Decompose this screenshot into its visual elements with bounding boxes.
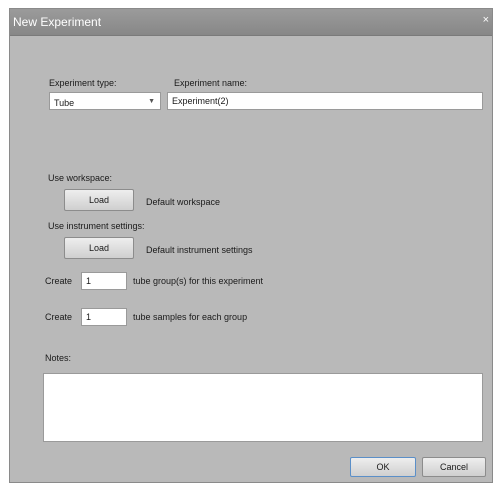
ok-button[interactable]: OK: [350, 457, 416, 477]
use-instrument-settings-label: Use instrument settings:: [48, 221, 145, 231]
load-instrument-settings-button[interactable]: Load: [64, 237, 134, 259]
close-icon[interactable]: ×: [483, 14, 489, 26]
create-groups-label: Create: [45, 276, 73, 286]
dialog-title: New Experiment: [13, 15, 102, 29]
experiment-type-label: Experiment type:: [49, 78, 117, 88]
dropdown-arrow-icon: ▼: [148, 98, 155, 105]
default-workspace-text: Default workspace: [146, 197, 221, 207]
tube-groups-suffix: tube group(s) for this experiment: [133, 276, 264, 286]
title-bar[interactable]: New Experiment ×: [10, 9, 492, 36]
experiment-name-label: Experiment name:: [174, 78, 248, 88]
cancel-button[interactable]: Cancel: [422, 457, 486, 477]
use-workspace-label: Use workspace:: [48, 173, 113, 183]
ok-label: OK: [376, 462, 390, 472]
experiment-name-input[interactable]: [167, 92, 483, 110]
load-instrument-label: Load: [88, 243, 110, 253]
tube-groups-input[interactable]: [81, 272, 127, 290]
experiment-type-value: Tube: [54, 98, 75, 108]
cancel-label: Cancel: [439, 462, 468, 472]
tube-samples-suffix: tube samples for each group: [133, 312, 248, 322]
experiment-type-select[interactable]: Tube ▼: [49, 92, 161, 110]
default-instrument-settings-text: Default instrument settings: [146, 245, 253, 255]
create-samples-label: Create: [45, 312, 73, 322]
notes-label: Notes:: [45, 353, 72, 363]
load-workspace-button[interactable]: Load: [64, 189, 134, 211]
load-workspace-label: Load: [88, 195, 110, 205]
new-experiment-dialog: New Experiment × Experiment type: Tube ▼…: [9, 8, 493, 483]
tube-samples-input[interactable]: [81, 308, 127, 326]
notes-textarea[interactable]: [43, 373, 483, 442]
